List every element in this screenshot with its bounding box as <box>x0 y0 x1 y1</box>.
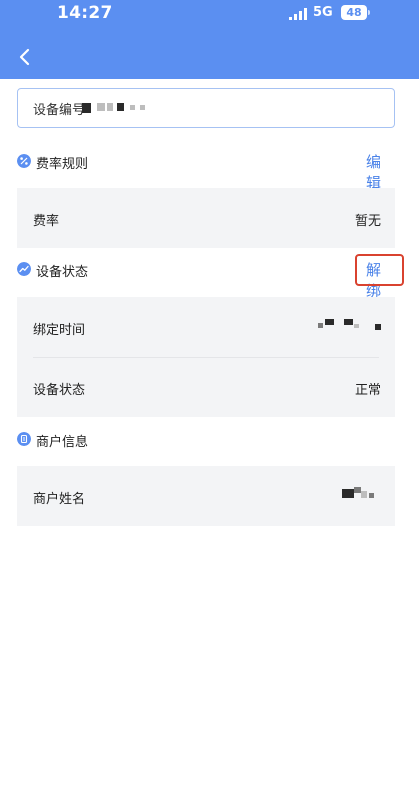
battery-tip <box>368 10 370 15</box>
merchant-name-label: 商户姓名 <box>33 492 86 507</box>
redacted-device-number-part <box>140 105 145 110</box>
merchant-name-row: 商户姓名 <box>17 466 395 526</box>
rate-card: 费率 暂无 <box>17 188 395 248</box>
bind-time-row: 绑定时间 <box>17 297 395 357</box>
section-status-label: 设备状态 <box>36 265 89 280</box>
rate-value: 暂无 <box>354 214 381 229</box>
redacted-merchant-name-part <box>354 487 361 493</box>
redacted-device-number-part <box>130 105 135 110</box>
device-number-label: 设备编号 <box>33 103 86 118</box>
device-detail-page: 14:27 5G 48 设备编号 费率规则 编辑 费率 暂无 设备状态 解绑 绑… <box>0 0 419 808</box>
redacted-bind-time-part <box>375 324 381 330</box>
back-button[interactable] <box>14 44 36 70</box>
status-card: 绑定时间 设备状态 正常 <box>17 297 395 417</box>
redacted-bind-time-part <box>344 319 353 325</box>
redacted-bind-time-part <box>325 319 334 325</box>
network-type: 5G <box>313 5 333 20</box>
rate-row: 费率 暂无 <box>17 188 395 248</box>
redacted-device-number-part <box>117 103 124 111</box>
status-time: 14:27 <box>57 3 113 23</box>
header-bar: 14:27 5G 48 <box>0 0 419 79</box>
battery-icon: 48 <box>341 5 367 20</box>
bind-time-label: 绑定时间 <box>33 323 86 338</box>
device-status-value: 正常 <box>354 383 381 398</box>
section-merchant-title: 商户信息 <box>17 430 395 450</box>
edit-button[interactable]: 编辑 <box>366 151 395 193</box>
rate-label: 费率 <box>33 214 60 229</box>
merchant-card: 商户姓名 <box>17 466 395 526</box>
redacted-device-number-part <box>107 103 113 111</box>
section-rate-title: 费率规则 编辑 <box>17 152 395 192</box>
redacted-device-number-part <box>97 103 105 111</box>
percent-icon <box>17 154 31 168</box>
redacted-bind-time <box>318 323 323 328</box>
status-bar: 14:27 5G 48 <box>0 0 419 28</box>
section-status-title: 设备状态 解绑 <box>17 260 395 300</box>
trend-icon <box>17 262 31 276</box>
unbind-highlight-box <box>355 254 404 286</box>
device-status-row: 设备状态 正常 <box>17 357 395 417</box>
redacted-merchant-name-part <box>361 491 367 498</box>
redacted-merchant-name-part <box>369 493 374 498</box>
redacted-device-number <box>82 103 91 113</box>
device-number-field[interactable]: 设备编号 <box>17 88 395 128</box>
section-merchant-label: 商户信息 <box>36 435 89 450</box>
section-rate-label: 费率规则 <box>36 157 89 172</box>
signal-icon <box>289 8 307 20</box>
redacted-bind-time-part <box>354 324 359 328</box>
device-status-label: 设备状态 <box>33 383 86 398</box>
document-icon <box>17 432 31 446</box>
redacted-merchant-name <box>342 489 354 498</box>
